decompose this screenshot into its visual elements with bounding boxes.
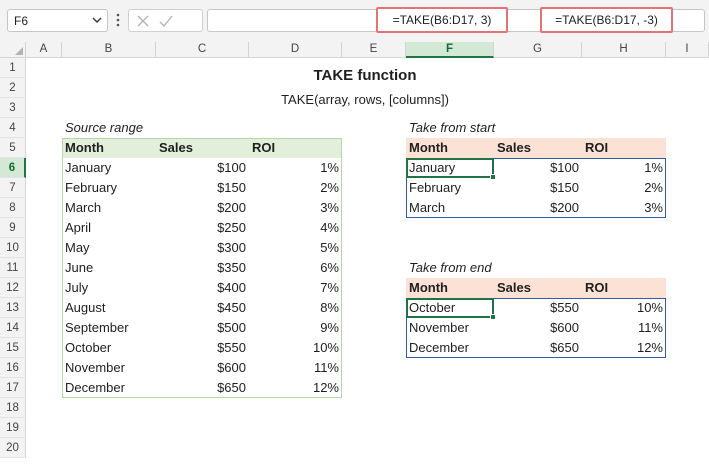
take-end-header-roi: ROI (585, 280, 609, 295)
source-caption: Source range (65, 120, 144, 135)
row-header-6[interactable]: 6 (0, 158, 26, 178)
take-end-header-sales: Sales (497, 280, 531, 295)
fill-handle[interactable] (490, 314, 496, 320)
row-header-17[interactable]: 17 (0, 378, 26, 398)
row-header-19[interactable]: 19 (0, 418, 26, 438)
column-header-a[interactable]: A (26, 42, 62, 58)
row-header-13[interactable]: 13 (0, 298, 26, 318)
row-header-11[interactable]: 11 (0, 258, 26, 278)
take-end-header-month: Month (409, 280, 448, 295)
column-header-c[interactable]: C (156, 42, 249, 58)
function-syntax: TAKE(array, rows, [columns]) (281, 92, 449, 107)
column-header-b[interactable]: B (62, 42, 156, 58)
column-header-i[interactable]: I (666, 42, 709, 58)
row-header-10[interactable]: 10 (0, 238, 26, 258)
row-header-18[interactable]: 18 (0, 398, 26, 418)
row-header-12[interactable]: 12 (0, 278, 26, 298)
row-header-14[interactable]: 14 (0, 318, 26, 338)
check-icon[interactable] (158, 13, 174, 29)
row-header-15[interactable]: 15 (0, 338, 26, 358)
row-header-20[interactable]: 20 (0, 438, 26, 458)
sheet-title: TAKE function (313, 67, 417, 84)
name-box-value: F6 (14, 14, 29, 28)
row-header-5[interactable]: 5 (0, 138, 26, 158)
take-start-header-sales: Sales (497, 140, 531, 155)
formula-callout-end: =TAKE(B6:D17, -3) (540, 7, 673, 33)
row-header-3[interactable]: 3 (0, 98, 26, 118)
name-box[interactable]: F6 (7, 9, 108, 32)
column-header-d[interactable]: D (249, 42, 342, 58)
formula-callout-start: =TAKE(B6:D17, 3) (376, 7, 508, 33)
take-end-selection[interactable] (406, 298, 496, 320)
row-header-9[interactable]: 9 (0, 218, 26, 238)
take-start-header-roi: ROI (585, 140, 609, 155)
cancel-icon[interactable] (135, 13, 151, 29)
take-start-header-month: Month (409, 140, 448, 155)
row-header-16[interactable]: 16 (0, 358, 26, 378)
column-header-h[interactable]: H (582, 42, 666, 58)
fill-handle[interactable] (490, 174, 496, 180)
row-header-2[interactable]: 2 (0, 78, 26, 98)
formula-buttons: fx (128, 9, 322, 32)
column-header-f[interactable]: F (406, 42, 494, 58)
column-header-g[interactable]: G (494, 42, 582, 58)
worksheet-grid[interactable]: ABCDEFGHI 1 2 3 4 5 6 7 8 9 10 11 12 13 14 15 16 17 18 19 2… (0, 42, 709, 474)
row-header-4[interactable]: 4 (0, 118, 26, 138)
more-options-icon[interactable] (113, 11, 123, 29)
formula-bar: F6 fx =TAKE(B6:D17, 3) =TAKE(B6:D17, -3) (0, 0, 709, 42)
take-start-selection[interactable] (406, 158, 496, 180)
source-range-border (62, 138, 342, 398)
chevron-down-icon[interactable] (91, 13, 103, 27)
row-header-1[interactable]: 1 (0, 58, 26, 78)
take-end-caption: Take from end (409, 260, 492, 275)
column-header-e[interactable]: E (342, 42, 406, 58)
take-start-caption: Take from start (409, 120, 496, 135)
select-all-button[interactable] (0, 42, 26, 58)
row-header-7[interactable]: 7 (0, 178, 26, 198)
row-header-8[interactable]: 8 (0, 198, 26, 218)
